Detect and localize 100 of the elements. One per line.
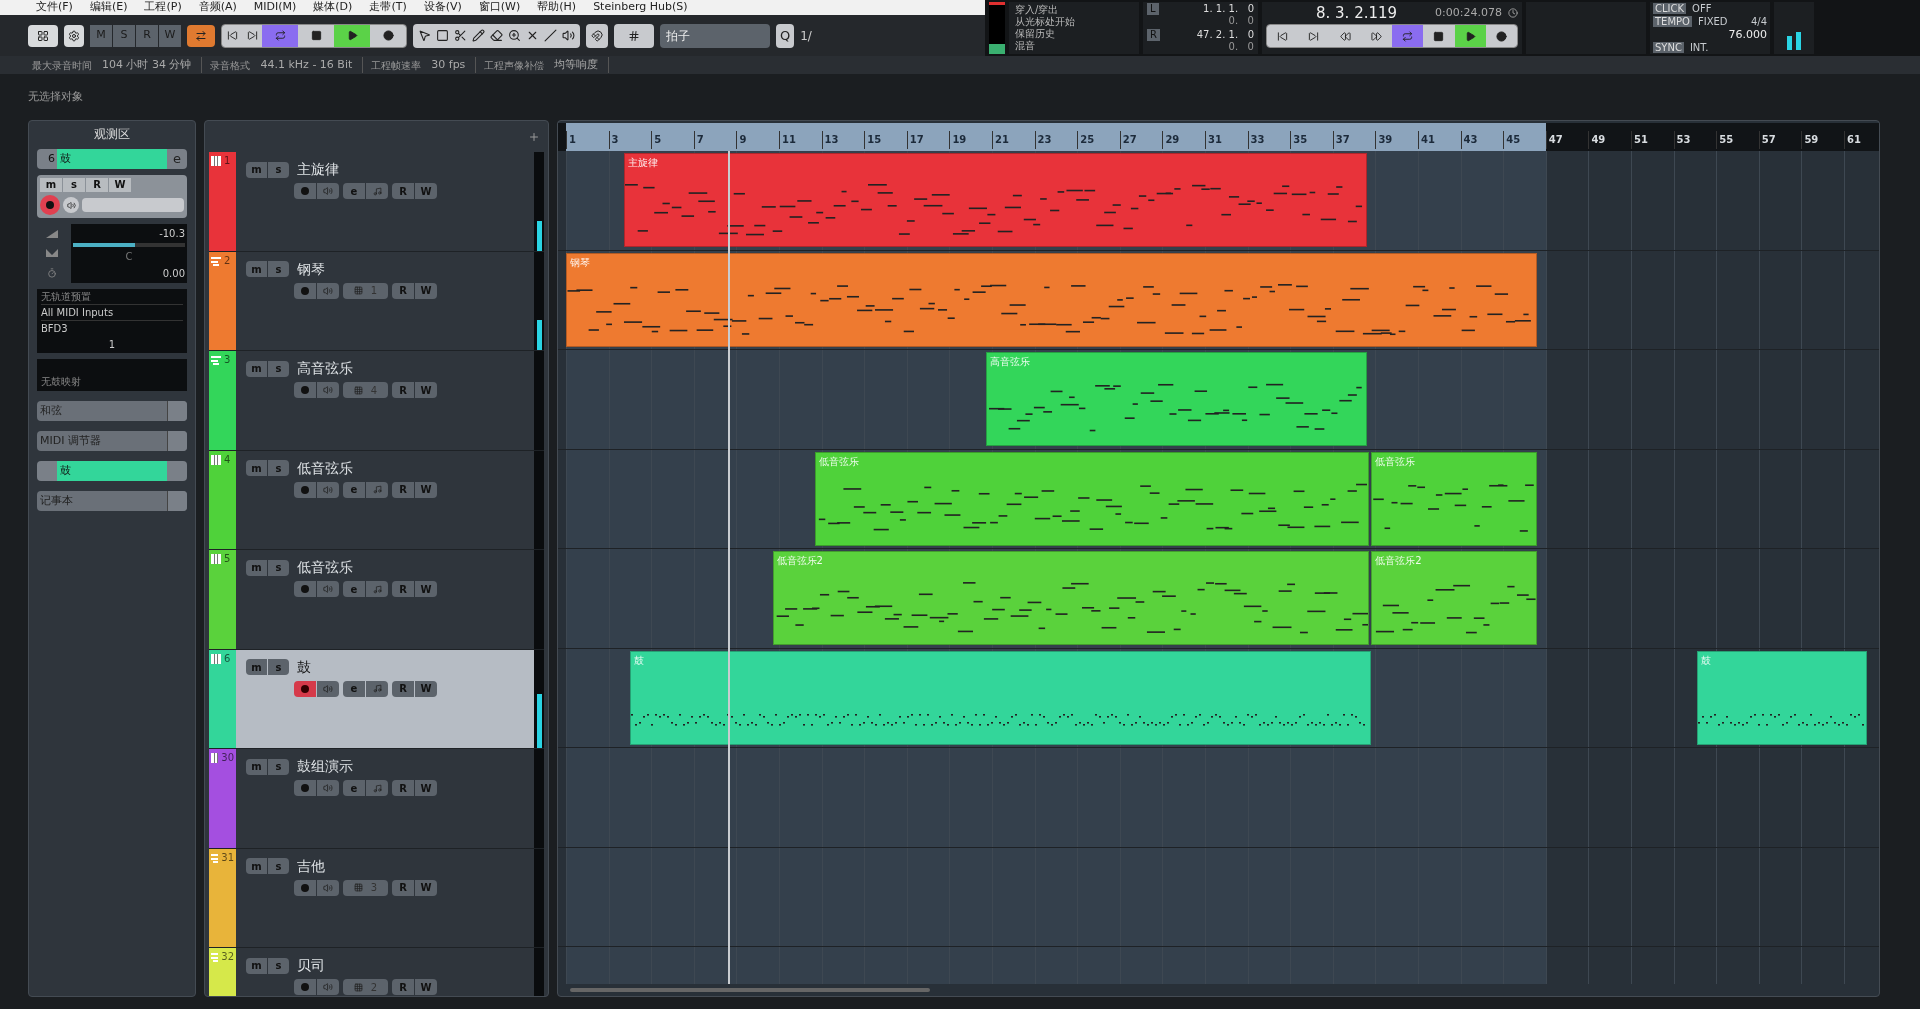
go-to-start-button[interactable] [1267, 25, 1299, 47]
track-name[interactable]: 钢琴 [297, 258, 325, 280]
read-button[interactable]: R [392, 282, 414, 299]
channel-button[interactable]: 4 [343, 382, 388, 398]
midi-part[interactable]: 低音弦乐 [815, 451, 1369, 546]
track-header[interactable]: 31 m s 吉他 3 R W [209, 848, 544, 948]
transport-mode[interactable]: 保留历史 [1015, 28, 1133, 40]
write-button[interactable]: W [415, 780, 437, 796]
track-header[interactable]: 2 m s 钢琴 1 R W [209, 251, 544, 351]
mute-button[interactable]: m [246, 261, 267, 277]
state-button[interactable]: R [136, 24, 158, 47]
track-header[interactable]: 5 m s 低音弦乐 e R W [209, 550, 544, 650]
ruler[interactable]: 1 3 5 7 9 11 13 15 17 19 21 23 25 27 29 31 33 35 37 39 41 43 45 47 49 51 53 55 57 59 61 [558, 123, 1879, 151]
solo-button[interactable]: s [268, 460, 289, 476]
track-name[interactable]: 吉他 [297, 855, 325, 877]
mute-button[interactable]: m [246, 360, 267, 377]
solo-button[interactable]: s [268, 559, 289, 576]
track-header[interactable]: 32 m s 贝司 2 R W [209, 948, 544, 996]
midi-part[interactable]: 低音弦乐2 [772, 551, 1369, 645]
write-button[interactable]: W [415, 382, 437, 398]
go-to-start-button[interactable] [222, 24, 242, 47]
read-button[interactable]: R [392, 481, 414, 498]
read-button[interactable]: R [392, 780, 414, 796]
record-button[interactable] [40, 195, 60, 215]
read-button[interactable]: R [392, 581, 414, 597]
mute-button[interactable]: m [246, 957, 267, 974]
track-name[interactable]: 鼓 [297, 656, 311, 678]
mute-button[interactable]: m [246, 758, 267, 775]
read-button[interactable]: R [392, 680, 414, 697]
fast-forward-button[interactable] [1360, 25, 1392, 47]
track-name[interactable]: 鼓 [57, 149, 167, 169]
time-display[interactable]: 0:00:24.078 [1435, 4, 1502, 22]
read-button[interactable]: R [392, 183, 414, 199]
edit-button[interactable]: e [343, 581, 365, 597]
menu-item[interactable]: 走带(T) [369, 0, 407, 16]
solo-button[interactable]: s [268, 758, 289, 775]
read-button[interactable]: R [392, 382, 414, 398]
midi-part[interactable]: 低音弦乐 [1371, 451, 1538, 546]
menu-item[interactable]: 音频(A) [198, 0, 237, 16]
track-name[interactable]: 低音弦乐 [297, 457, 353, 479]
snap-button[interactable] [586, 23, 608, 48]
playhead-line[interactable] [727, 151, 730, 984]
volume-fader[interactable] [73, 243, 185, 247]
locator-position[interactable]: 1. 1. 1. 0 [1203, 3, 1254, 15]
record-button[interactable] [294, 680, 316, 697]
midi-part[interactable]: 鼓 [629, 650, 1372, 745]
record-button[interactable] [370, 24, 406, 47]
menu-item[interactable]: 帮助(H) [537, 0, 577, 16]
mute-button[interactable]: m [246, 858, 267, 874]
input-transformer-field[interactable] [82, 198, 184, 212]
edit-button[interactable]: e [343, 680, 365, 697]
track-name[interactable]: 低音弦乐 [297, 557, 353, 578]
read-button[interactable]: R [392, 979, 414, 995]
cycle-range[interactable] [566, 123, 1546, 151]
monitor-button[interactable] [317, 680, 339, 697]
tempo-button[interactable]: TEMPO [1653, 16, 1692, 27]
menu-item[interactable]: Steinberg Hub(S) [593, 0, 688, 16]
write-button[interactable]: W [415, 879, 437, 896]
position-display[interactable]: 8. 3. 2.119 [1266, 1, 1398, 25]
info-value[interactable]: 均等响度 [554, 56, 599, 74]
preset-field[interactable]: 无轨道预置 [41, 289, 183, 305]
quantize-button[interactable]: Q [776, 23, 795, 48]
mute-button[interactable]: m [246, 559, 267, 576]
record-button[interactable] [1485, 25, 1517, 47]
solo-button[interactable]: s [268, 360, 289, 377]
read-button[interactable]: R [392, 879, 414, 896]
automation-button[interactable] [187, 24, 215, 47]
transport-mode[interactable]: 从光标处开始 [1015, 16, 1133, 28]
menu-item[interactable]: 设备(V) [423, 0, 462, 16]
track-name[interactable]: 主旋律 [297, 159, 339, 180]
midi-output-field[interactable]: BFD3 [41, 321, 183, 337]
locator-position[interactable]: 47. 2. 1. 0 [1196, 29, 1254, 41]
state-button[interactable]: S [113, 24, 135, 47]
track-name[interactable]: 贝司 [297, 955, 325, 976]
play-button[interactable] [334, 24, 370, 47]
settings-button[interactable] [64, 24, 84, 47]
write-button[interactable]: W [415, 183, 437, 199]
edit-button[interactable]: e [343, 183, 365, 199]
stop-button[interactable] [298, 24, 334, 47]
channel-field[interactable]: 1 [108, 337, 116, 353]
solo-button[interactable]: s [268, 161, 289, 178]
menu-item[interactable]: 媒体(D) [313, 0, 353, 16]
drum-map-field[interactable]: 无鼓映射 [41, 374, 81, 389]
transport-mode[interactable]: 混音 [1015, 40, 1133, 52]
state-button[interactable]: s [63, 178, 85, 192]
solo-button[interactable]: s [268, 659, 289, 675]
mute-button[interactable]: m [246, 659, 267, 675]
layout-button[interactable] [28, 24, 58, 47]
instrument-button[interactable] [366, 680, 388, 697]
edit-button[interactable]: e [343, 780, 365, 796]
channel-button[interactable]: 2 [343, 979, 388, 995]
track-name[interactable]: 鼓组演示 [297, 756, 353, 777]
track-header[interactable]: 4 m s 低音弦乐 e R W [209, 450, 544, 550]
solo-button[interactable]: s [268, 858, 289, 874]
edit-button[interactable]: e [167, 149, 187, 169]
cycle-button[interactable] [1392, 25, 1424, 47]
write-button[interactable]: W [415, 481, 437, 498]
midi-part[interactable]: 主旋律 [623, 153, 1367, 247]
write-button[interactable]: W [415, 282, 437, 299]
transport-mode[interactable]: 穿入/穿出 [1015, 4, 1133, 16]
